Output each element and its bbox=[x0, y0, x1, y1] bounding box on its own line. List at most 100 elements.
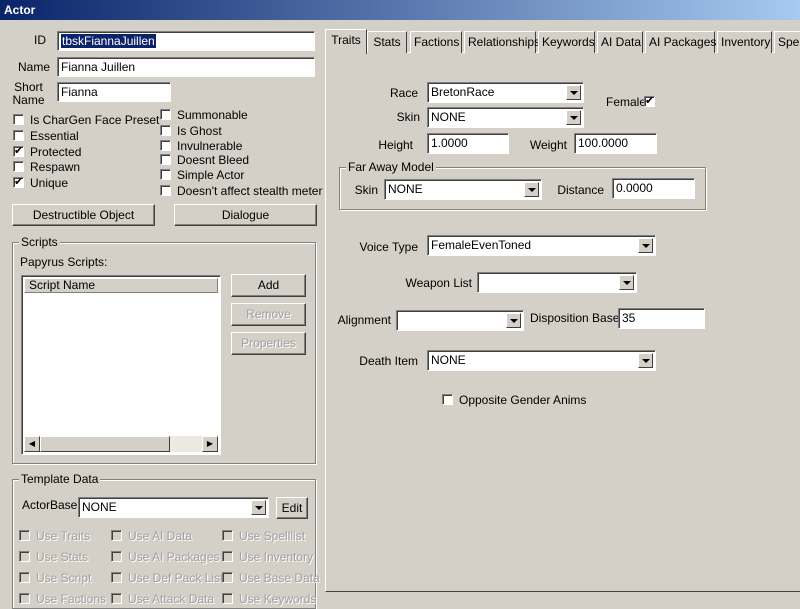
checkbox[interactable] bbox=[13, 130, 24, 141]
checkbox[interactable] bbox=[19, 593, 30, 604]
checkbox-label: Is Ghost bbox=[177, 124, 222, 138]
checkbox[interactable] bbox=[442, 394, 453, 405]
add-script-button[interactable]: Add bbox=[231, 274, 306, 297]
checkbox[interactable] bbox=[160, 109, 171, 120]
checkbox[interactable] bbox=[222, 572, 233, 583]
race-label: Race bbox=[389, 86, 418, 100]
checkbox[interactable] bbox=[111, 551, 122, 562]
alignment-dropdown[interactable] bbox=[396, 310, 524, 331]
tab-stats[interactable]: Stats bbox=[367, 31, 407, 53]
death-item-dropdown[interactable]: NONE bbox=[427, 350, 656, 371]
checkbox-label: Doesnt Bleed bbox=[177, 153, 250, 167]
id-field[interactable]: tbskFiannaJuillen bbox=[57, 31, 315, 51]
checkbox[interactable] bbox=[111, 530, 122, 541]
disposition-base-field[interactable]: 35 bbox=[618, 308, 705, 329]
chevron-down-icon[interactable] bbox=[566, 110, 581, 125]
chevron-down-icon[interactable] bbox=[506, 313, 521, 328]
option-label: Use Spelllist bbox=[239, 529, 306, 543]
far-away-model-title: Far Away Model bbox=[346, 160, 436, 174]
tab-spells[interactable]: Spel bbox=[774, 31, 800, 53]
checkbox[interactable] bbox=[222, 530, 233, 541]
option-label: Use Attack Data bbox=[128, 592, 215, 606]
option-label: Use Base Data bbox=[239, 571, 320, 585]
scripts-group-title: Scripts bbox=[19, 235, 60, 249]
weapon-list-dropdown[interactable] bbox=[477, 272, 637, 293]
checkbox[interactable] bbox=[160, 154, 171, 165]
script-name-column-header[interactable]: Script Name bbox=[24, 278, 218, 293]
tab-ai-packages[interactable]: AI Packages bbox=[645, 31, 716, 53]
scripts-list[interactable]: Script Name ◀ ▶ bbox=[21, 275, 221, 455]
checkbox[interactable] bbox=[160, 125, 171, 136]
checkbox[interactable] bbox=[111, 593, 122, 604]
tab-keywords[interactable]: Keywords bbox=[538, 31, 595, 53]
weight-label: Weight bbox=[529, 138, 567, 152]
tab-factions[interactable]: Factions bbox=[410, 31, 462, 53]
skin-value: NONE bbox=[431, 110, 466, 124]
name-label: Name bbox=[18, 60, 51, 74]
skin-dropdown[interactable]: NONE bbox=[427, 107, 584, 128]
option-label: Use Keywords bbox=[239, 592, 317, 606]
chevron-down-icon[interactable] bbox=[566, 85, 581, 100]
checkbox-label: Is CharGen Face Preset bbox=[30, 113, 160, 127]
tab-inventory[interactable]: Inventory bbox=[717, 31, 772, 53]
remove-script-button[interactable]: Remove bbox=[231, 303, 306, 326]
voice-type-value: FemaleEvenToned bbox=[431, 238, 532, 252]
distance-label: Distance bbox=[557, 183, 604, 197]
scroll-right-icon[interactable]: ▶ bbox=[202, 436, 218, 452]
far-skin-dropdown[interactable]: NONE bbox=[384, 179, 542, 200]
checkbox[interactable] bbox=[13, 161, 24, 172]
checkbox[interactable]: ✔ bbox=[13, 146, 24, 157]
checkbox[interactable] bbox=[222, 551, 233, 562]
dialogue-button[interactable]: Dialogue bbox=[174, 204, 317, 226]
window-title: Actor bbox=[0, 0, 800, 20]
height-field[interactable]: 1.0000 bbox=[427, 133, 509, 154]
tab-traits[interactable]: Traits bbox=[325, 29, 367, 54]
checkbox[interactable] bbox=[19, 530, 30, 541]
option-label: Use Script bbox=[36, 571, 92, 585]
opposite-gender-anims-label: Opposite Gender Anims bbox=[459, 393, 587, 407]
chevron-down-icon[interactable] bbox=[251, 500, 266, 515]
chevron-down-icon[interactable] bbox=[524, 182, 539, 197]
weight-field[interactable]: 100.0000 bbox=[574, 133, 657, 154]
checkbox[interactable] bbox=[160, 169, 171, 180]
scripts-hscrollbar[interactable]: ◀ ▶ bbox=[24, 436, 218, 452]
death-item-label: Death Item bbox=[359, 354, 418, 368]
actorbase-dropdown[interactable]: NONE bbox=[78, 497, 269, 518]
checkbox[interactable] bbox=[222, 593, 233, 604]
distance-field[interactable]: 0.0000 bbox=[612, 178, 695, 199]
height-label: Height bbox=[378, 138, 413, 152]
checkbox[interactable] bbox=[111, 572, 122, 583]
scroll-thumb[interactable] bbox=[40, 436, 170, 452]
option-label: Use Inventory bbox=[239, 550, 314, 564]
weapon-list-label: Weapon List bbox=[405, 276, 473, 290]
voice-type-dropdown[interactable]: FemaleEvenToned bbox=[427, 235, 656, 256]
name-field[interactable]: Fianna Juillen bbox=[57, 57, 315, 77]
script-properties-button[interactable]: Properties bbox=[231, 332, 306, 355]
short-name-field[interactable]: Fianna bbox=[57, 82, 171, 102]
tab-relationships[interactable]: Relationships bbox=[464, 31, 540, 53]
checkbox[interactable] bbox=[160, 185, 171, 196]
option-label: Use Factions bbox=[36, 592, 107, 606]
checkbox-label: Invulnerable bbox=[177, 139, 243, 153]
id-value: tbskFiannaJuillen bbox=[61, 34, 156, 48]
chevron-down-icon[interactable] bbox=[619, 275, 634, 290]
chevron-down-icon[interactable] bbox=[638, 353, 653, 368]
checkbox-label: Protected bbox=[30, 145, 82, 159]
race-dropdown[interactable]: BretonRace bbox=[427, 82, 584, 103]
id-label: ID bbox=[34, 33, 46, 47]
checkbox[interactable] bbox=[13, 114, 24, 125]
checkbox[interactable] bbox=[19, 551, 30, 562]
option-label: Use Stats bbox=[36, 550, 89, 564]
chevron-down-icon[interactable] bbox=[638, 238, 653, 253]
short-name-label-line2: Name bbox=[12, 93, 45, 107]
scroll-left-icon[interactable]: ◀ bbox=[24, 436, 40, 452]
checkbox[interactable] bbox=[19, 572, 30, 583]
alignment-label: Alignment bbox=[337, 313, 391, 327]
actorbase-label: ActorBase bbox=[22, 498, 78, 512]
checkbox[interactable] bbox=[160, 140, 171, 151]
tab-ai-data[interactable]: AI Data bbox=[597, 31, 643, 53]
destructible-object-button[interactable]: Destructible Object bbox=[12, 204, 155, 226]
checkbox[interactable]: ✔ bbox=[13, 177, 24, 188]
female-checkbox[interactable]: ✔ bbox=[644, 96, 655, 107]
edit-actorbase-button[interactable]: Edit bbox=[276, 497, 308, 519]
